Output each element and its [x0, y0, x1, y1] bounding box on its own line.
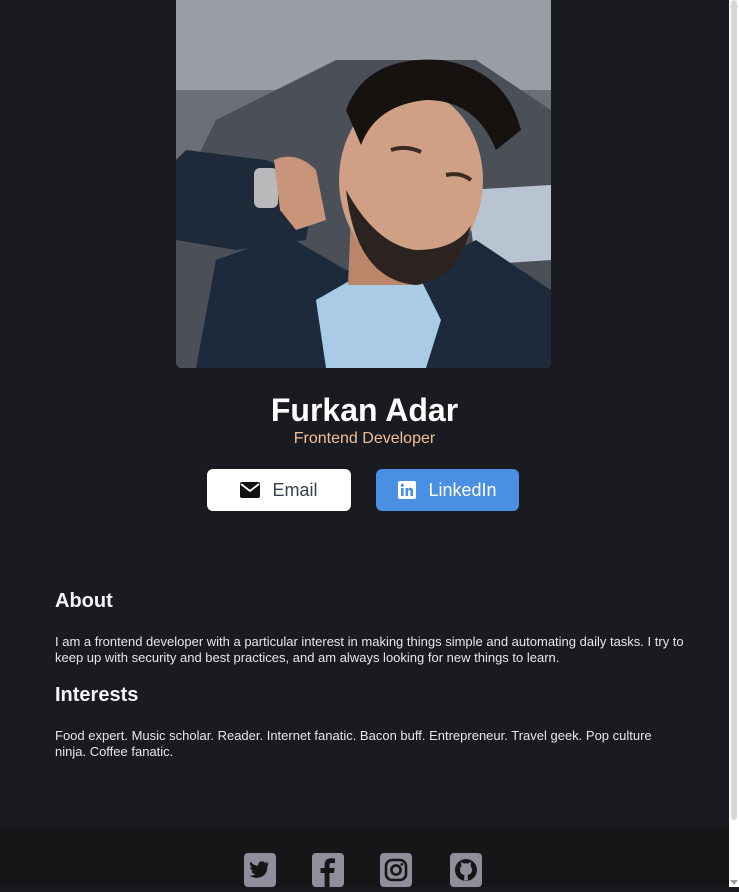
interests-heading: Interests [55, 684, 139, 706]
linkedin-button-label: LinkedIn [428, 479, 497, 500]
profile-photo [176, 0, 551, 368]
linkedin-button[interactable]: LinkedIn [376, 469, 519, 511]
profile-role: Frontend Developer [293, 430, 436, 447]
footer [0, 829, 729, 887]
profile-name: Furkan Adar [270, 392, 459, 428]
github-icon[interactable] [450, 853, 482, 887]
scrollbar[interactable] [729, 0, 739, 887]
email-button[interactable]: Email [207, 469, 351, 511]
facebook-icon[interactable] [312, 853, 344, 887]
scroll-down-arrow-icon[interactable] [730, 880, 738, 885]
interests-text: Food expert. Music scholar. Reader. Inte… [55, 728, 652, 759]
profile-photo-illustration [176, 0, 551, 368]
instagram-icon[interactable] [380, 853, 412, 887]
about-text: I am a frontend developer with a particu… [55, 634, 684, 665]
about-heading: About [55, 590, 113, 612]
email-button-label: Email [272, 479, 318, 500]
linkedin-icon [398, 481, 417, 499]
twitter-icon[interactable] [244, 853, 276, 887]
scrollbar-thumb[interactable] [731, 0, 737, 820]
profile-card: Furkan Adar Frontend Developer Email Lin… [0, 0, 729, 887]
envelope-icon [240, 482, 261, 498]
